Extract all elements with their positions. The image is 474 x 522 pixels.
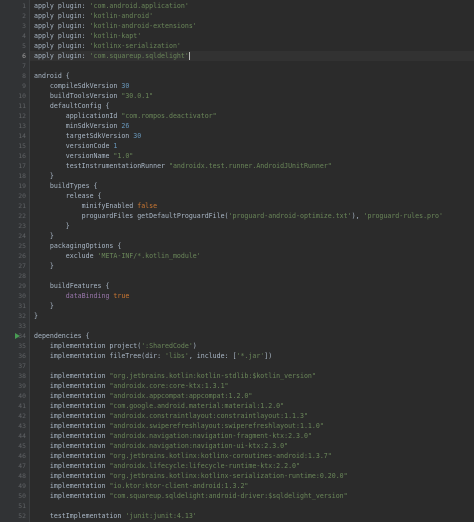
run-gutter-icon[interactable] <box>15 333 20 339</box>
code-text: testImplementation 'junit:junit:4.13' <box>34 512 197 520</box>
code-editor[interactable]: 1 2 3 4 5 6 7 8 9 10 11 12 13 14 15 16 17 18 19 20 21 22 23 24 2… <box>0 0 474 522</box>
code-line[interactable]: testImplementation 'junit:junit:4.13' <box>30 511 474 522</box>
text-caret <box>188 52 190 60</box>
line-number: 52 <box>18 512 26 520</box>
code-area[interactable]: apply plugin: 'com.android.application' a… <box>30 0 474 522</box>
